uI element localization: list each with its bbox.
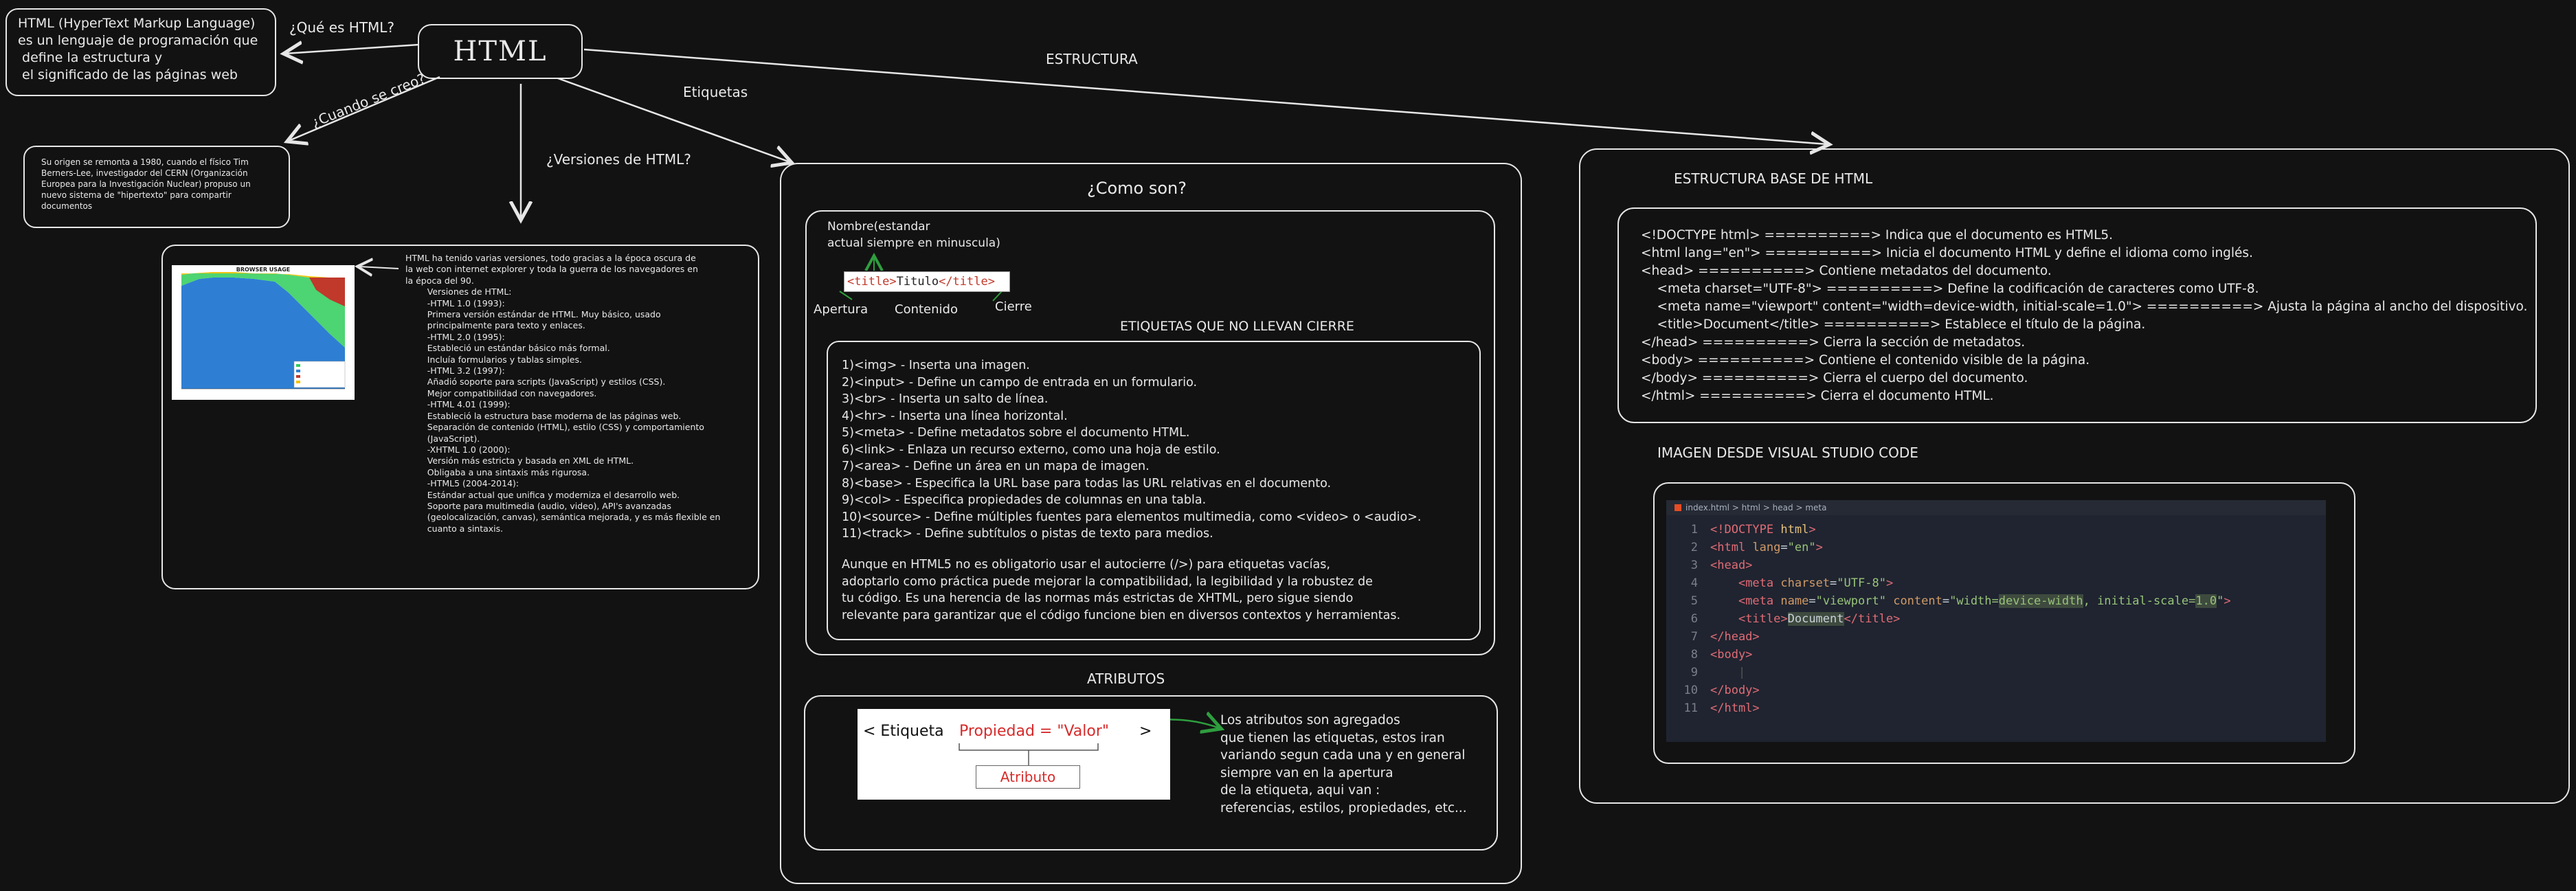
no-cierre-item: 10)<source> - Define múltiples fuentes p… [842,510,1422,524]
arrow-que-es [285,45,420,54]
atributo-label: Atributo [1000,769,1056,785]
origin-text: Su origen se remonta a 1980, cuando el f… [41,157,251,211]
vs-title: IMAGEN DESDE VISUAL STUDIO CODE [1657,444,1918,461]
arrow-estructura [583,48,1828,144]
attribute-diagram: < Etiqueta Propiedad = "Valor" > Atribut… [858,709,1170,800]
code-text: <title>Document</title> [1738,612,1901,626]
line-number: 6 [1690,612,1698,626]
line-number: 1 [1690,523,1698,537]
line-number: 2 [1690,541,1698,554]
title-tag-example: <title> Titulo </title> [844,271,1010,292]
no-cierre-item: 8)<base> - Especifica la URL base para t… [842,476,1332,490]
arrow-etiquetas [557,77,790,162]
vscode-breadcrumb: index.html > html > head > meta [1666,500,2326,515]
no-cierre-item: 1)<img> - Inserta una imagen. [842,359,1030,372]
vscode-editor[interactable]: 1 <!DOCTYPE html> 2 <html lang="en"> 3 <head>… [1666,521,2326,717]
line-number: 8 [1690,648,1698,662]
code-text: <html lang="en"> [1710,541,1823,554]
como-son-title: ¿Como son? [1087,179,1187,198]
edge-que-es-label: ¿Qué es HTML? [289,19,395,36]
atributos-title: ATRIBUTOS [1087,670,1165,687]
line-number: 5 [1690,594,1698,608]
code-text: <!DOCTYPE html> [1710,523,1816,537]
code-line: 9 | [1666,664,2326,681]
line-number: 11 [1683,701,1698,715]
no-cierre-item: 3)<br> - Inserta un salto de línea. [842,392,1049,406]
estructura-line: </body> ==========> Cierra el cuerpo del… [1641,371,2028,385]
tag-close: </title> [939,275,995,289]
no-cierre-item: 4)<hr> - Inserta una línea horizontal. [842,409,1068,423]
code-line: 2 <html lang="en"> [1666,539,2326,556]
no-cierre-item: 5)<meta> - Define metadatos sobre el doc… [842,426,1190,440]
estructura-title: ESTRUCTURA BASE DE HTML [1674,170,1873,187]
code-line: 5 <meta name="viewport" content="width=d… [1666,592,2326,610]
code-text: </body> [1710,684,1760,697]
browser-usage-chart: BROWSER USAGE [172,265,355,400]
estructura-line: <meta name="viewport" content="width=dev… [1641,300,2528,314]
estructura-line: <html lang="en"> ==========> Inicia el d… [1641,246,2253,260]
estructura-list: <!DOCTYPE html> ==========> Indica que e… [1641,227,2527,405]
html-node-title: HTML [453,36,548,67]
no-cierre-note: Aunque en HTML5 no es obligatorio usar e… [842,558,1401,622]
code-line: 4 <meta charset="UTF-8"> [1666,574,2326,592]
definition-text: HTML (HyperText Markup Language) es un l… [18,16,258,82]
code-text: <meta charset="UTF-8"> [1738,576,1894,590]
code-line: 1 <!DOCTYPE html> [1666,521,2326,539]
estructura-line: <meta charset="UTF-8"> ==========> Defin… [1641,282,2259,296]
tag-content: Titulo [896,275,939,289]
estructura-line: </html> ==========> Cierra el documento … [1641,389,1994,403]
no-cierre-title: ETIQUETAS QUE NO LLEVAN CIERRE [1120,319,1354,334]
browser-usage-chart-title: BROWSER USAGE [236,267,291,273]
line-number: 3 [1690,559,1698,572]
no-cierre-list: 1)<img> - Inserta una imagen. 2)<input> -… [842,357,1421,543]
code-text: <head> [1710,559,1753,572]
no-cierre-item: 6)<link> - Enlaza un recurso externo, co… [842,442,1220,457]
code-line: 8 <body> [1666,646,2326,664]
file-icon [1675,504,1681,511]
line-number: 4 [1690,576,1698,590]
code-text: </head> [1710,630,1760,644]
estructura-line: <body> ==========> Contiene el contenido… [1641,353,2090,368]
no-cierre-item: 2)<input> - Define un campo de entrada e… [842,375,1198,390]
code-text: <meta name="viewport" content="width=dev… [1738,594,2231,608]
code-text: <body> [1710,648,1753,662]
estructura-line: <head> ==========> Contiene metadatos de… [1641,264,2052,278]
estructura-line: <title>Document</title> ==========> Esta… [1641,317,2146,332]
no-cierre-item: 11)<track> - Define subtítulos o pistas … [842,527,1213,541]
atributos-text: Los atributos son agregados que tienen l… [1220,713,1467,815]
html-node: HTML [418,24,583,79]
estructura-line: <!DOCTYPE html> ==========> Indica que e… [1641,228,2114,243]
code-line: 10 </body> [1666,681,2326,699]
edge-estructura-label: ESTRUCTURA [1046,51,1138,67]
atributo-box: Atributo [976,765,1080,789]
edge-versiones-label: ¿Versiones de HTML? [546,151,691,168]
browser-usage-chart-plot [181,272,346,390]
line-number: 10 [1683,684,1698,697]
tag-open: <title> [847,275,897,289]
code-line: 7 </head> [1666,628,2326,646]
nombre-note: Nombre(estandar actual siempre en minusc… [827,220,1000,250]
no-cierre-item: 9)<col> - Especifica propiedades de colu… [842,493,1207,507]
edge-etiquetas-label: Etiquetas [683,84,748,100]
cierre-label: Cierre [995,300,1032,314]
apertura-label: Apertura [814,302,869,317]
estructura-line: </head> ==========> Cierra la sección de… [1641,335,2026,350]
code-line: 3 <head> [1666,556,2326,574]
code-line: 6 <title>Document</title> [1666,610,2326,628]
line-number: 9 [1690,666,1698,679]
breadcrumb-text[interactable]: index.html > html > head > meta [1685,503,1826,512]
line-number: 7 [1690,630,1698,644]
versions-text: HTML ha tenido varias versiones, todo gr… [405,253,721,534]
code-line: 11 </html> [1666,699,2326,717]
vscode-screenshot: index.html > html > head > meta 1 <!DOCTY… [1666,500,2326,742]
contenido-label: Contenido [895,302,958,317]
code-text: | [1738,666,1746,679]
no-cierre-item: 7)<area> - Define un área en un mapa de … [842,460,1150,473]
code-text: </html> [1710,701,1760,715]
